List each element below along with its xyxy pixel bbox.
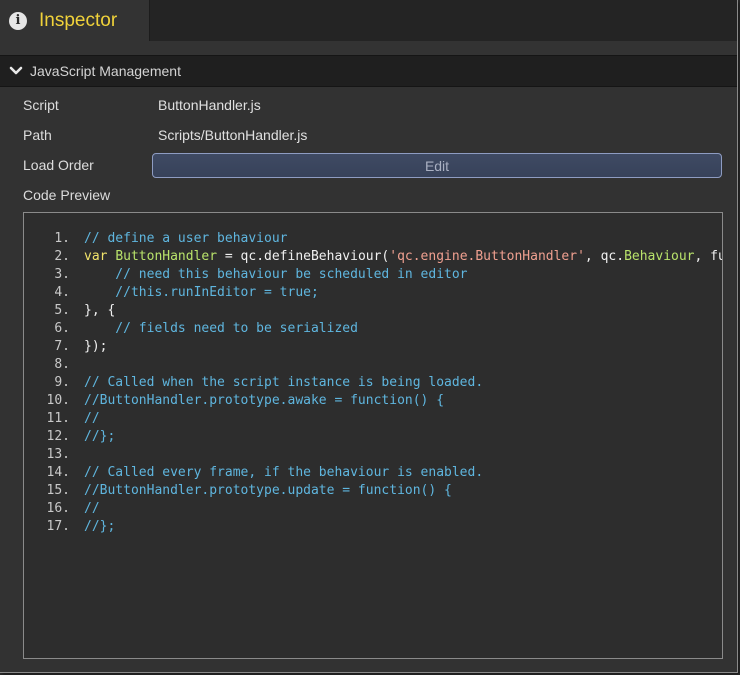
line-text: // Called every frame, if the behaviour … bbox=[84, 464, 483, 482]
line-text: var ButtonHandler = qc.defineBehaviour('… bbox=[84, 248, 722, 266]
line-number: 1. bbox=[54, 231, 70, 246]
code-token: , qc. bbox=[584, 249, 625, 264]
code-token: //this.runInEditor = true; bbox=[84, 285, 319, 300]
code-token: // bbox=[84, 501, 100, 516]
inspector-window: i Inspector JavaScript Management Script… bbox=[0, 0, 738, 673]
line-text: //}; bbox=[84, 518, 115, 536]
code-line: 10. //ButtonHandler.prototype.awake = fun… bbox=[24, 392, 722, 410]
chevron-down-icon[interactable] bbox=[8, 65, 24, 77]
code-line: 17. //}; bbox=[24, 518, 722, 536]
code-line: 6. // fields need to be serialized bbox=[24, 320, 722, 338]
code-token: // fields need to be serialized bbox=[84, 321, 358, 336]
script-value: ButtonHandler.js bbox=[158, 97, 261, 113]
line-number: 6. bbox=[54, 321, 70, 336]
code-line: 2. var ButtonHandler = qc.defineBehaviour… bbox=[24, 248, 722, 266]
tab-underline-area bbox=[0, 41, 737, 55]
code-token: // Called when the script instance is be… bbox=[84, 375, 484, 390]
code-token: }, { bbox=[84, 303, 116, 318]
code-token: //}; bbox=[84, 519, 116, 534]
code-token: 'qc.engine.ButtonHandler' bbox=[389, 249, 585, 264]
line-text: //this.runInEditor = true; bbox=[84, 284, 319, 302]
code-lines: 1. // define a user behaviour 2. var Button… bbox=[24, 230, 722, 536]
line-number: 10. bbox=[46, 393, 70, 408]
code-token: //ButtonHandler.prototype.awake = functi… bbox=[84, 393, 445, 408]
code-token: , function() { bbox=[694, 249, 722, 264]
code-token: // bbox=[84, 411, 100, 426]
code-token: // Called every frame, if the behaviour … bbox=[84, 465, 484, 480]
code-token: //}; bbox=[84, 429, 116, 444]
section-header-javascript-management[interactable]: JavaScript Management bbox=[0, 55, 737, 87]
code-token: // define a user behaviour bbox=[84, 231, 288, 246]
line-number: 15. bbox=[46, 483, 70, 498]
tab-bar: i Inspector bbox=[0, 0, 737, 41]
code-preview[interactable]: 1. // define a user behaviour 2. var Button… bbox=[23, 212, 723, 659]
line-number: 11. bbox=[46, 411, 70, 426]
line-text: // bbox=[84, 500, 100, 518]
code-token: Behaviour bbox=[624, 249, 695, 264]
code-token: //ButtonHandler.prototype.update = funct… bbox=[84, 483, 452, 498]
line-text: //}; bbox=[84, 428, 115, 446]
code-line: 13. bbox=[24, 446, 722, 464]
code-line: 5. }, { bbox=[24, 302, 722, 320]
code-line: 12. //}; bbox=[24, 428, 722, 446]
code-token: ButtonHandler bbox=[115, 249, 218, 264]
line-text: }, { bbox=[84, 302, 115, 320]
line-number: 14. bbox=[46, 465, 70, 480]
section-title: JavaScript Management bbox=[30, 63, 181, 79]
line-number: 8. bbox=[54, 357, 70, 372]
line-number: 12. bbox=[46, 429, 70, 444]
tab-title: Inspector bbox=[39, 9, 118, 31]
line-text: // bbox=[84, 410, 100, 428]
line-text: // define a user behaviour bbox=[84, 230, 288, 248]
load-order-label: Load Order bbox=[23, 157, 94, 173]
line-number: 2. bbox=[54, 249, 70, 264]
line-number: 9. bbox=[54, 375, 70, 390]
code-line: 3. // need this behaviour be scheduled i… bbox=[24, 266, 722, 284]
code-line: 16. // bbox=[24, 500, 722, 518]
line-number: 7. bbox=[54, 339, 70, 354]
line-number: 17. bbox=[46, 519, 70, 534]
code-line: 4. //this.runInEditor = true; bbox=[24, 284, 722, 302]
info-icon: i bbox=[9, 11, 27, 30]
line-number: 16. bbox=[46, 501, 70, 516]
code-token: = qc.defineBehaviour( bbox=[217, 249, 390, 264]
code-token: var bbox=[84, 249, 116, 264]
code-token: }); bbox=[84, 339, 108, 354]
code-line: 1. // define a user behaviour bbox=[24, 230, 722, 248]
script-label: Script bbox=[23, 97, 59, 113]
path-value: Scripts/ButtonHandler.js bbox=[158, 127, 308, 143]
code-line: 7.}); bbox=[24, 338, 722, 356]
line-text: // Called when the script instance is be… bbox=[84, 374, 483, 392]
code-token: // need this behaviour be scheduled in e… bbox=[84, 267, 468, 282]
code-line: 15. //ButtonHandler.prototype.update = fu… bbox=[24, 482, 722, 500]
line-number: 5. bbox=[54, 303, 70, 318]
code-line: 9. // Called when the script instance is … bbox=[24, 374, 722, 392]
line-number: 3. bbox=[54, 267, 70, 282]
line-text: // need this behaviour be scheduled in e… bbox=[84, 266, 468, 284]
line-text: // fields need to be serialized bbox=[84, 320, 358, 338]
code-line: 11. // bbox=[24, 410, 722, 428]
code-preview-label: Code Preview bbox=[23, 187, 111, 203]
tab-inspector[interactable]: i Inspector bbox=[0, 0, 150, 41]
edit-button[interactable]: Edit bbox=[152, 153, 722, 178]
code-line: 8. bbox=[24, 356, 722, 374]
path-label: Path bbox=[23, 127, 52, 143]
code-line: 14. // Called every frame, if the behavio… bbox=[24, 464, 722, 482]
line-number: 13. bbox=[46, 447, 70, 462]
line-text: //ButtonHandler.prototype.awake = functi… bbox=[84, 392, 444, 410]
line-number: 4. bbox=[54, 285, 70, 300]
line-text: }); bbox=[84, 338, 107, 356]
line-text: //ButtonHandler.prototype.update = funct… bbox=[84, 482, 452, 500]
